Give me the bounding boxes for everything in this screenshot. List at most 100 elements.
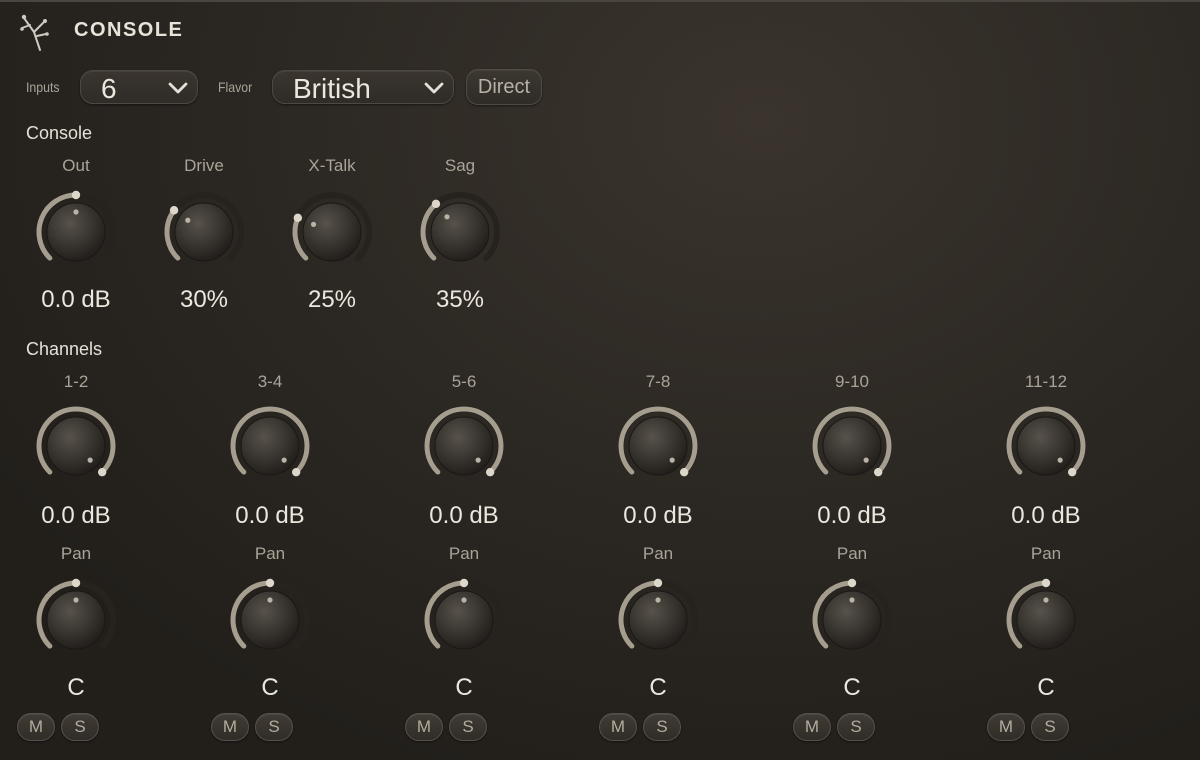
knob-indicator-dot	[849, 597, 855, 603]
console-knob-out[interactable]	[26, 182, 126, 282]
chevron-down-icon	[168, 82, 188, 94]
channel-solo-button-0[interactable]: S	[61, 713, 99, 741]
knob-indicator-dot	[655, 597, 661, 603]
knob-handle	[431, 199, 441, 209]
channel-mute-button-2[interactable]: M	[405, 713, 443, 741]
inputs-dropdown[interactable]: 6	[80, 70, 198, 104]
knob-body	[174, 202, 234, 262]
channel-label-0: 1-2	[63, 372, 89, 391]
channel-pan-label-2: Pan	[448, 544, 480, 563]
flavor-dropdown[interactable]: British	[272, 70, 454, 104]
knob-indicator-dot	[185, 217, 191, 223]
channel-pan-value-1: C	[261, 674, 279, 701]
channel-pan-label-4: Pan	[836, 544, 868, 563]
knob-indicator-dot	[73, 209, 79, 215]
channel-level-value-5: 0.0 dB	[1011, 502, 1081, 529]
channel-mute-button-4[interactable]: M	[793, 713, 831, 741]
console-knob-label-2: X-Talk	[308, 156, 356, 175]
knob-handle	[71, 578, 81, 588]
console-knob-label-3: Sag	[444, 156, 476, 175]
chevron-down-icon	[424, 82, 444, 94]
knob-handle	[291, 467, 301, 477]
channel-label-4: 9-10	[834, 372, 870, 391]
channel-pan-value-4: C	[843, 674, 861, 701]
channel-level-knob-0[interactable]	[26, 396, 126, 496]
console-knob-value-3: 35%	[435, 286, 485, 313]
knob-handle	[169, 206, 179, 215]
channel-level-knob-3[interactable]	[608, 396, 708, 496]
console-knob-drive[interactable]	[154, 182, 254, 282]
knob-handle	[459, 578, 469, 588]
knob-indicator-dot	[281, 457, 287, 463]
channel-pan-knob-0[interactable]	[26, 570, 126, 670]
channel-level-value-2: 0.0 dB	[429, 502, 499, 529]
knob-body	[46, 416, 106, 476]
knob-handle	[1067, 467, 1077, 477]
channel-pan-label-5: Pan	[1030, 544, 1062, 563]
knob-handle	[71, 190, 81, 200]
channel-mute-button-5[interactable]: M	[987, 713, 1025, 741]
channel-pan-knob-4[interactable]	[802, 570, 902, 670]
console-knob-x-talk[interactable]	[282, 182, 382, 282]
knob-body	[302, 202, 362, 262]
knob-indicator-dot	[444, 214, 450, 220]
knob-indicator-dot	[267, 597, 273, 603]
channel-mute-button-1[interactable]: M	[211, 713, 249, 741]
channel-solo-button-1[interactable]: S	[255, 713, 293, 741]
knob-indicator-dot	[1057, 457, 1063, 463]
channel-level-value-1: 0.0 dB	[235, 502, 305, 529]
channel-pan-knob-5[interactable]	[996, 570, 1096, 670]
branch-logo-icon	[20, 14, 49, 51]
channel-label-1: 3-4	[257, 372, 283, 391]
console-knob-sag[interactable]	[410, 182, 510, 282]
channel-level-value-0: 0.0 dB	[41, 502, 111, 529]
channels-section-title: Channels	[26, 339, 103, 359]
knob-indicator-dot	[475, 457, 481, 463]
channel-mute-button-3[interactable]: M	[599, 713, 637, 741]
console-knob-label-1: Drive	[184, 156, 224, 175]
knob-handle	[653, 578, 663, 588]
knob-indicator-dot	[1043, 597, 1049, 603]
channel-level-value-4: 0.0 dB	[817, 502, 887, 529]
channel-pan-label-1: Pan	[254, 544, 286, 563]
channel-solo-button-5[interactable]: S	[1031, 713, 1069, 741]
channel-level-knob-2[interactable]	[414, 396, 514, 496]
console-section-title: Console	[26, 123, 93, 143]
knob-handle	[97, 467, 107, 477]
channel-pan-knob-1[interactable]	[220, 570, 320, 670]
inputs-value: 6	[101, 73, 117, 104]
top-edge	[0, 0, 1200, 2]
knob-handle	[265, 578, 275, 588]
channel-solo-button-4[interactable]: S	[837, 713, 875, 741]
channel-solo-button-2[interactable]: S	[449, 713, 487, 741]
flavor-label: Flavor	[218, 79, 253, 95]
channel-level-knob-5[interactable]	[996, 396, 1096, 496]
knob-handle	[293, 213, 303, 223]
knob-body	[628, 416, 688, 476]
channel-pan-value-3: C	[649, 674, 667, 701]
channel-level-knob-1[interactable]	[220, 396, 320, 496]
channel-pan-value-5: C	[1037, 674, 1055, 701]
knob-indicator-dot	[461, 597, 467, 603]
channel-solo-button-3[interactable]: S	[643, 713, 681, 741]
knob-indicator-dot	[87, 457, 93, 463]
knob-indicator-dot	[863, 457, 869, 463]
knob-handle	[1041, 578, 1051, 588]
inputs-label: Inputs	[26, 79, 60, 95]
channel-level-knob-4[interactable]	[802, 396, 902, 496]
channel-pan-knob-3[interactable]	[608, 570, 708, 670]
channel-mute-button-0[interactable]: M	[17, 713, 55, 741]
knob-handle	[847, 578, 857, 588]
channel-pan-value-2: C	[455, 674, 473, 701]
flavor-value: British	[293, 73, 371, 104]
channel-level-value-3: 0.0 dB	[623, 502, 693, 529]
knob-indicator-dot	[73, 597, 79, 603]
knob-indicator-dot	[310, 221, 317, 227]
app-title: CONSOLE	[74, 19, 184, 41]
direct-button[interactable]: Direct	[466, 69, 542, 105]
knob-handle	[873, 467, 883, 477]
channel-pan-label-0: Pan	[60, 544, 92, 563]
channel-pan-knob-2[interactable]	[414, 570, 514, 670]
channel-pan-value-0: C	[67, 674, 85, 701]
knob-handle	[679, 467, 689, 477]
